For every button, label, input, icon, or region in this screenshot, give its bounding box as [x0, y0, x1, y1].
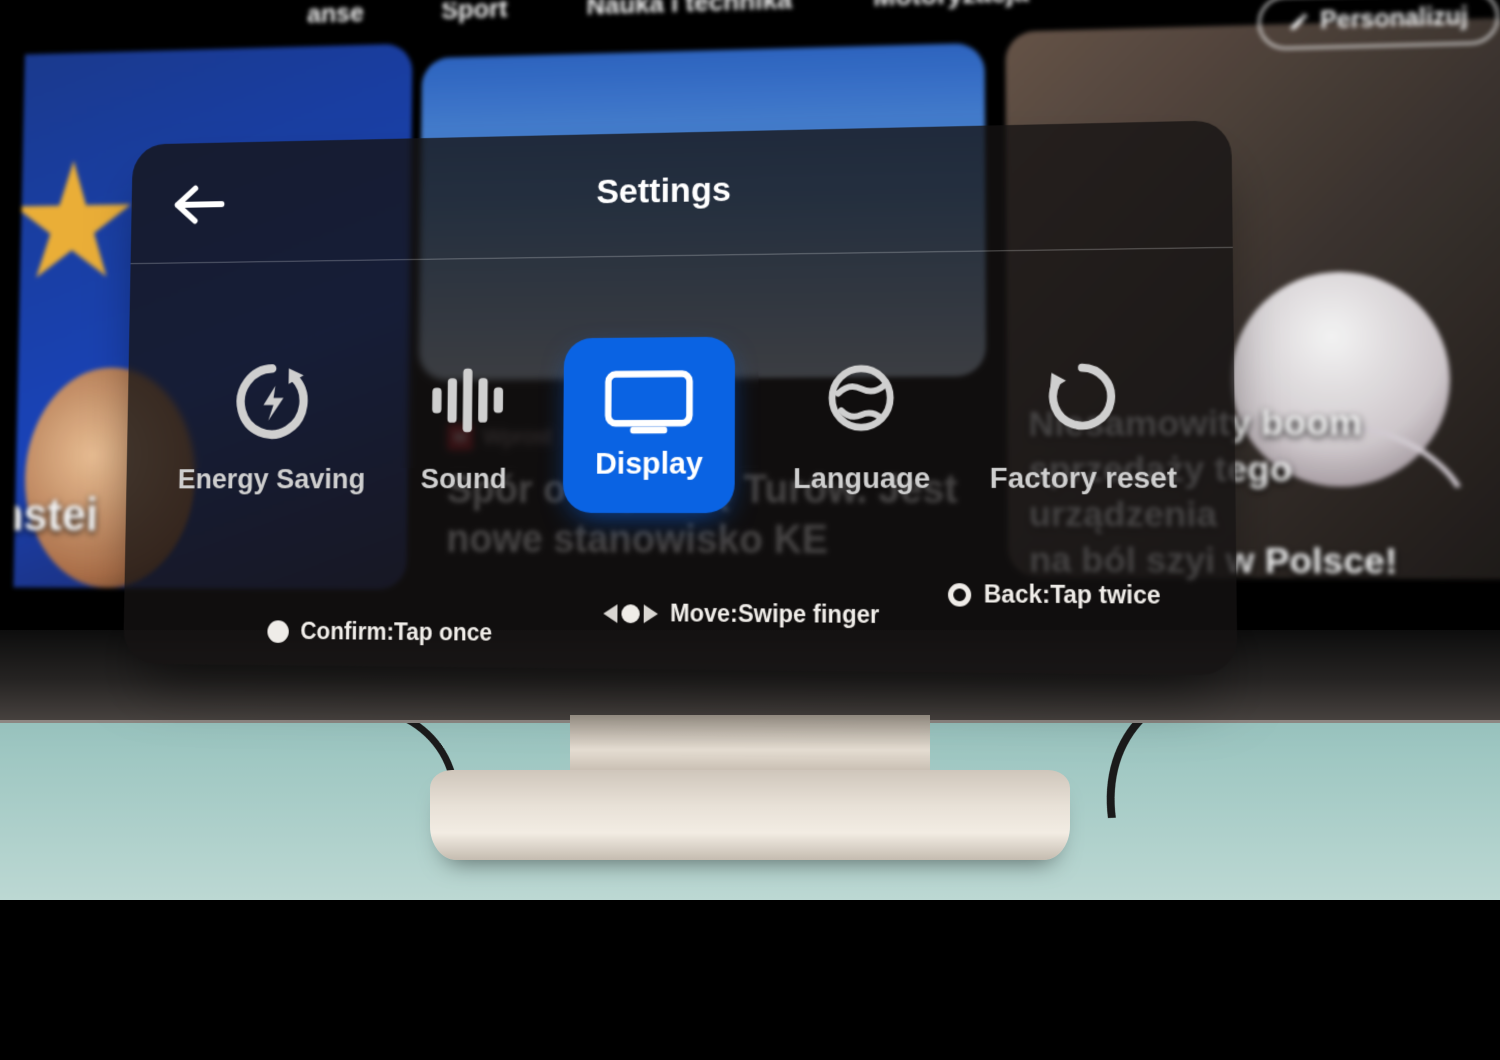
- osd-title: Settings: [131, 160, 1232, 220]
- settings-item-label: Sound: [421, 463, 507, 496]
- settings-items-row: Energy Saving Sound: [125, 279, 1236, 568]
- settings-osd-panel: Settings Energy Saving: [123, 120, 1237, 675]
- settings-item-language[interactable]: Language: [793, 353, 930, 496]
- bolt-circle-icon: [230, 358, 314, 445]
- globe-icon: [817, 353, 906, 443]
- settings-item-factory-reset[interactable]: Factory reset: [989, 350, 1177, 495]
- hint-move: Move:Swipe finger: [603, 599, 879, 629]
- swipe-icon: [603, 604, 658, 623]
- tap-twice-icon: [948, 583, 971, 606]
- settings-item-energy-saving[interactable]: Energy Saving: [178, 357, 367, 495]
- settings-item-display[interactable]: Display: [563, 337, 735, 513]
- gesture-hints: Confirm:Tap once Move:Swipe finger Back:…: [123, 573, 1237, 656]
- settings-item-sound[interactable]: Sound: [421, 356, 508, 495]
- settings-item-label: Energy Saving: [178, 463, 366, 496]
- settings-item-label: Display: [595, 447, 703, 482]
- tap-once-icon: [267, 620, 289, 643]
- settings-item-label: Language: [793, 462, 930, 496]
- hint-back: Back:Tap twice: [948, 580, 1161, 610]
- hint-confirm: Confirm:Tap once: [267, 617, 492, 647]
- reset-icon: [1036, 351, 1128, 443]
- settings-item-label: Factory reset: [990, 461, 1177, 495]
- equalizer-icon: [422, 356, 508, 444]
- display-icon: [603, 368, 696, 437]
